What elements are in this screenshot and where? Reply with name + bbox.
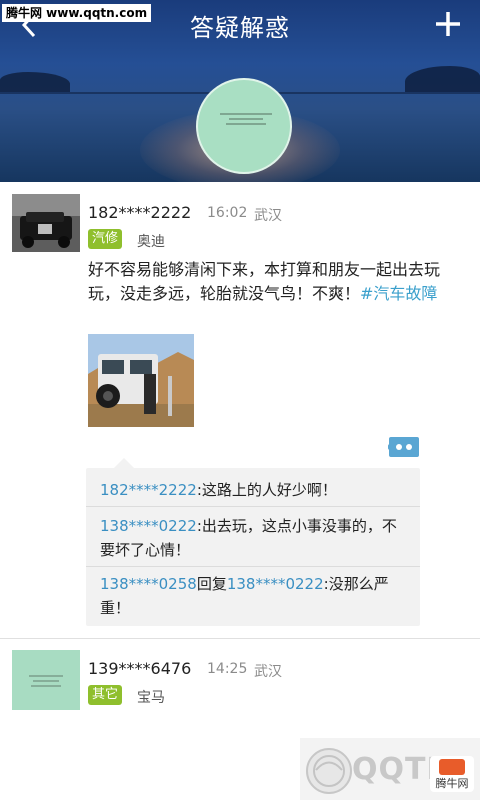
post-author-avatar[interactable] — [12, 650, 80, 710]
comment-author[interactable]: 138****0258 — [100, 575, 197, 593]
post-time: 14:25 — [207, 661, 248, 677]
suv-photo — [88, 334, 194, 427]
car-brand: 奥迪 — [137, 234, 165, 250]
header-banner: 答疑解惑 — [0, 0, 480, 182]
post-username[interactable]: 139****6476 — [88, 659, 191, 678]
post-time: 16:02 — [207, 205, 248, 221]
badge-label: 腾牛网 — [435, 777, 469, 790]
post-photo[interactable] — [88, 334, 194, 427]
post-location: 武汉 — [254, 664, 282, 680]
banner-rock-left — [0, 72, 70, 92]
reply-word: 回复 — [196, 575, 227, 593]
post-username[interactable]: 182****2222 — [88, 203, 191, 222]
category-tag: 汽修 — [88, 229, 123, 249]
comment-divider — [86, 566, 420, 567]
avatar-placeholder-lines — [12, 650, 80, 687]
add-button[interactable] — [432, 8, 464, 40]
post-author-avatar[interactable] — [12, 194, 80, 252]
badge-icon — [439, 759, 465, 775]
comment-author[interactable]: 182****2222 — [100, 481, 197, 499]
comments-panel: 182****2222:这路上的人好少啊！ 138****0222:出去玩，这点… — [86, 458, 420, 626]
post-content: 好不容易能够清闲下来，本打算和朋友一起出去玩玩，没走多远，轮胎就没气鸟！不爽！#… — [88, 258, 448, 306]
avatar-placeholder-lines — [220, 110, 272, 130]
category-tag: 其它 — [88, 685, 123, 705]
comment-button[interactable] — [387, 436, 420, 458]
bottom-watermark: QQTN 腾牛网 — [300, 738, 480, 800]
car-photo-thumbnail — [12, 194, 80, 252]
comment-divider — [86, 506, 420, 507]
post-hashtag[interactable]: #汽车故障 — [360, 284, 437, 303]
comment-icon — [387, 437, 419, 457]
comment-item[interactable]: 138****0258回复138****0222:没那么严重！ — [100, 572, 406, 620]
comment-item[interactable]: 138****0222:出去玩，这点小事没事的，不要坏了心情！ — [100, 514, 406, 562]
site-watermark: 腾牛网 www.qqtn.com — [2, 4, 152, 22]
post-separator — [0, 638, 480, 639]
profile-avatar[interactable] — [196, 78, 292, 174]
reply-target[interactable]: 138****0222 — [227, 575, 324, 593]
post-location: 武汉 — [254, 208, 282, 224]
banner-rock-right — [405, 66, 480, 92]
plus-icon — [436, 12, 460, 36]
watermark-logo-icon — [306, 748, 352, 794]
car-brand: 宝马 — [137, 690, 165, 706]
comment-text: :这路上的人好少啊！ — [196, 481, 337, 499]
watermark-badge: 腾牛网 — [430, 756, 474, 792]
comment-author[interactable]: 138****0222 — [100, 517, 197, 535]
comment-item[interactable]: 182****2222:这路上的人好少啊！ — [100, 478, 406, 502]
